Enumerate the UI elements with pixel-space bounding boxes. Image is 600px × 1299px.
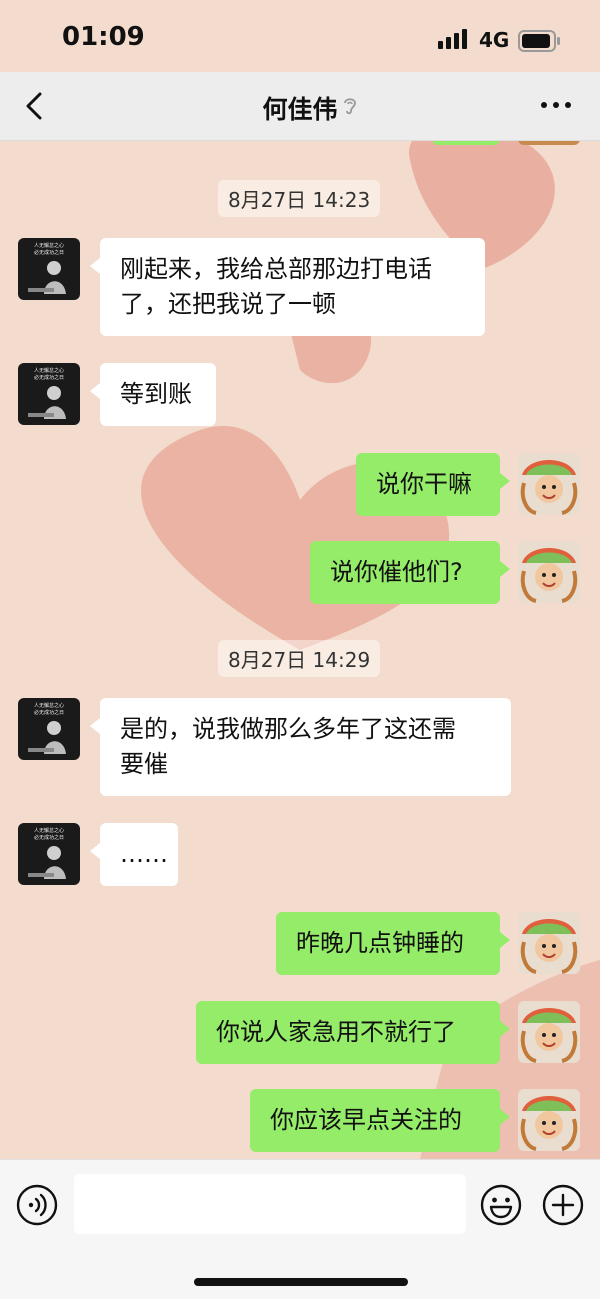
- outgoing-message[interactable]: 说你干嘛: [356, 453, 510, 516]
- chat-title: 何佳伟: [262, 95, 338, 124]
- status-time: 01:09: [62, 22, 145, 52]
- ear-mute-icon: [344, 98, 356, 115]
- svg-text:必无成功之日: 必无成功之日: [34, 709, 64, 716]
- input-bar: [0, 1159, 600, 1299]
- outgoing-message[interactable]: 你应该早点关注的: [250, 1089, 510, 1152]
- svg-text:人无懈怠之心: 人无懈怠之心: [34, 367, 64, 374]
- add-more-icon[interactable]: [542, 1184, 584, 1226]
- my-avatar[interactable]: [518, 1089, 580, 1151]
- previous-message-bubble: [432, 141, 500, 145]
- incoming-message[interactable]: ……: [90, 823, 178, 886]
- svg-text:人无懈怠之心: 人无懈怠之心: [34, 827, 64, 834]
- message-list[interactable]: 8月27日 14:23 人无懈怠之心 必无成功之日 刚起来，我给总部那边打电话 …: [0, 141, 600, 1159]
- incoming-message[interactable]: 刚起来，我给总部那边打电话 了，还把我说了一顿: [90, 238, 485, 336]
- svg-text:必无成功之日: 必无成功之日: [34, 374, 64, 381]
- signal-icon: [438, 29, 467, 49]
- timestamp: 8月27日 14:29: [218, 640, 381, 677]
- previous-avatar: [518, 141, 580, 145]
- voice-input-icon[interactable]: [16, 1184, 58, 1226]
- outgoing-message[interactable]: 昨晚几点钟睡的: [276, 912, 510, 975]
- outgoing-message[interactable]: 说你催他们?: [310, 541, 510, 604]
- emoji-icon[interactable]: [480, 1184, 522, 1226]
- svg-text:人无懈怠之心: 人无懈怠之心: [34, 702, 64, 709]
- battery-icon: [518, 30, 560, 52]
- chat-header: 何佳伟: [0, 72, 600, 141]
- outgoing-message[interactable]: 你说人家急用不就行了: [196, 1001, 510, 1064]
- contact-avatar[interactable]: 人无懈怠之心 必无成功之日: [18, 698, 80, 760]
- svg-text:人无懈怠之心: 人无懈怠之心: [34, 242, 64, 249]
- incoming-message[interactable]: 等到账: [90, 363, 216, 426]
- more-options-icon[interactable]: [540, 100, 572, 110]
- svg-text:必无成功之日: 必无成功之日: [34, 249, 64, 256]
- my-avatar[interactable]: [518, 541, 580, 603]
- home-indicator: [194, 1278, 408, 1286]
- status-bar: 01:09 4G: [0, 0, 600, 72]
- my-avatar[interactable]: [518, 1001, 580, 1063]
- contact-avatar[interactable]: 人无懈怠之心 必无成功之日: [18, 823, 80, 885]
- contact-avatar[interactable]: 人无懈怠之心 必无成功之日: [18, 363, 80, 425]
- my-avatar[interactable]: [518, 453, 580, 515]
- network-type: 4G: [479, 28, 510, 52]
- my-avatar[interactable]: [518, 912, 580, 974]
- svg-text:必无成功之日: 必无成功之日: [34, 834, 64, 841]
- timestamp: 8月27日 14:23: [218, 180, 381, 217]
- message-input[interactable]: [74, 1174, 466, 1234]
- contact-avatar[interactable]: 人无懈怠之心 必无成功之日: [18, 238, 80, 300]
- incoming-message[interactable]: 是的，说我做那么多年了这还需 要催: [90, 698, 511, 796]
